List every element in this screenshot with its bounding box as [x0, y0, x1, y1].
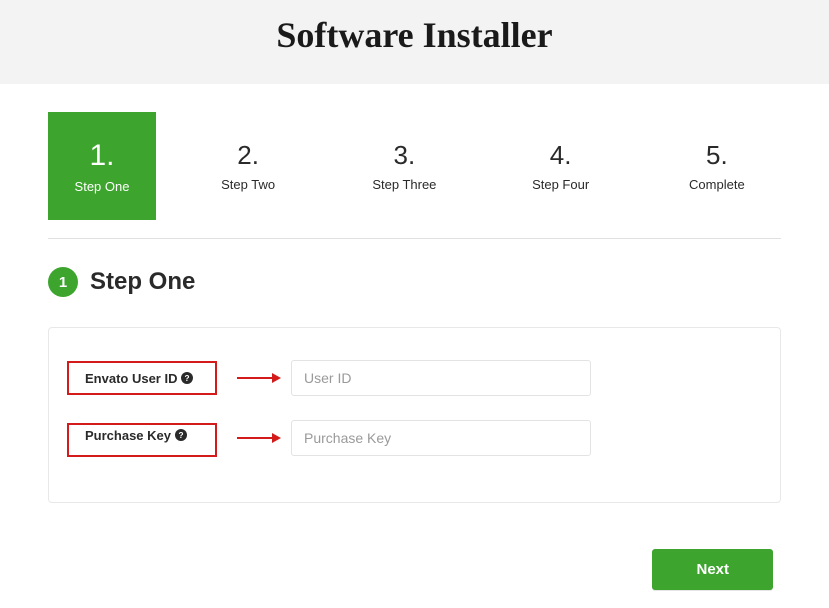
page-title: Software Installer — [0, 14, 829, 56]
arrow-icon — [237, 431, 281, 445]
form-row-purchase: Purchase Key ? — [67, 420, 762, 456]
section-badge: 1 — [48, 267, 78, 297]
step-complete[interactable]: 5. Complete — [653, 112, 781, 220]
section-title: Step One — [90, 268, 195, 296]
step-number: 5. — [706, 140, 728, 171]
highlight-box: Purchase Key ? — [67, 423, 217, 457]
step-number: 2. — [237, 140, 259, 171]
step-label: Step Two — [221, 177, 275, 192]
step-three[interactable]: 3. Step Three — [340, 112, 468, 220]
step-label: Step Three — [372, 177, 436, 192]
step-one[interactable]: 1. Step One — [48, 112, 156, 220]
step-number: 1. — [89, 139, 114, 173]
help-icon[interactable]: ? — [175, 429, 187, 441]
step-label: Complete — [689, 177, 745, 192]
purchase-key-label: Purchase Key ? — [85, 428, 187, 443]
form-card: Envato User ID ? Purchase Key ? — [48, 327, 781, 503]
step-number: 4. — [550, 140, 572, 171]
section-heading: 1 Step One — [48, 267, 781, 297]
highlight-box: Envato User ID ? — [67, 361, 217, 395]
step-number: 3. — [394, 140, 416, 171]
step-label: Step One — [75, 179, 130, 194]
svg-text:?: ? — [185, 374, 190, 383]
next-button[interactable]: Next — [652, 549, 773, 590]
purchase-key-input[interactable] — [291, 420, 591, 456]
envato-user-id-input[interactable] — [291, 360, 591, 396]
help-icon[interactable]: ? — [181, 372, 193, 384]
content: 1. Step One 2. Step Two 3. Step Three 4.… — [0, 84, 829, 590]
label-text: Envato User ID — [85, 371, 177, 386]
step-label: Step Four — [532, 177, 589, 192]
form-row-envato: Envato User ID ? — [67, 360, 762, 396]
stepper: 1. Step One 2. Step Two 3. Step Three 4.… — [48, 112, 781, 239]
label-text: Purchase Key — [85, 428, 171, 443]
step-two[interactable]: 2. Step Two — [184, 112, 312, 220]
header: Software Installer — [0, 0, 829, 84]
svg-text:?: ? — [178, 431, 183, 440]
footer: Next — [48, 549, 781, 590]
step-four[interactable]: 4. Step Four — [497, 112, 625, 220]
envato-user-id-label: Envato User ID ? — [85, 371, 193, 386]
arrow-icon — [237, 371, 281, 385]
